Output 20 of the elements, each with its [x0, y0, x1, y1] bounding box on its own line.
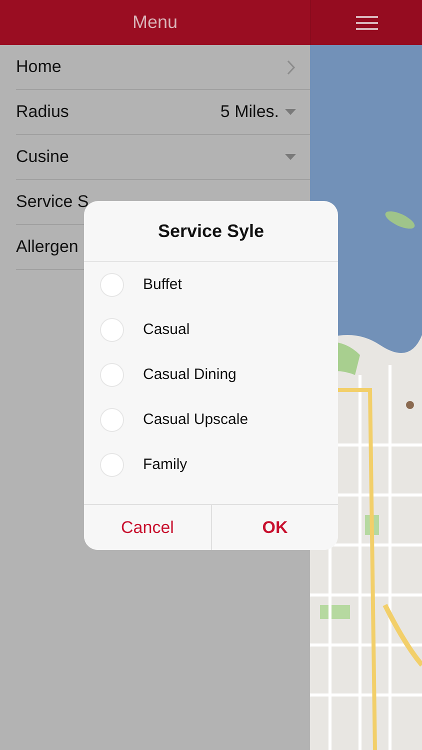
radio-button[interactable] — [100, 452, 124, 476]
menu-item-value: 5 Miles. — [220, 102, 279, 122]
header-title: Menu — [132, 12, 178, 33]
chevron-right-icon — [287, 60, 296, 74]
menu-item-label: Allergen — [16, 237, 80, 257]
radio-button[interactable] — [100, 272, 124, 296]
radio-button[interactable] — [100, 408, 124, 432]
menu-item-label: Cusine — [16, 147, 70, 167]
radio-button[interactable] — [100, 318, 124, 342]
menu-item-label: Home — [16, 57, 62, 77]
caret-down-icon — [285, 109, 296, 115]
option-label: Casual Dining — [143, 366, 236, 383]
menu-item-label: Radius — [16, 102, 70, 122]
option-label: Family — [143, 456, 188, 473]
option-label: Casual — [143, 321, 190, 338]
radio-button[interactable] — [100, 362, 124, 386]
option-label: Buffet — [143, 276, 182, 293]
ok-button[interactable]: OK — [211, 505, 338, 550]
option-label: Casual Upscale — [143, 411, 248, 428]
caret-down-icon — [285, 154, 296, 160]
